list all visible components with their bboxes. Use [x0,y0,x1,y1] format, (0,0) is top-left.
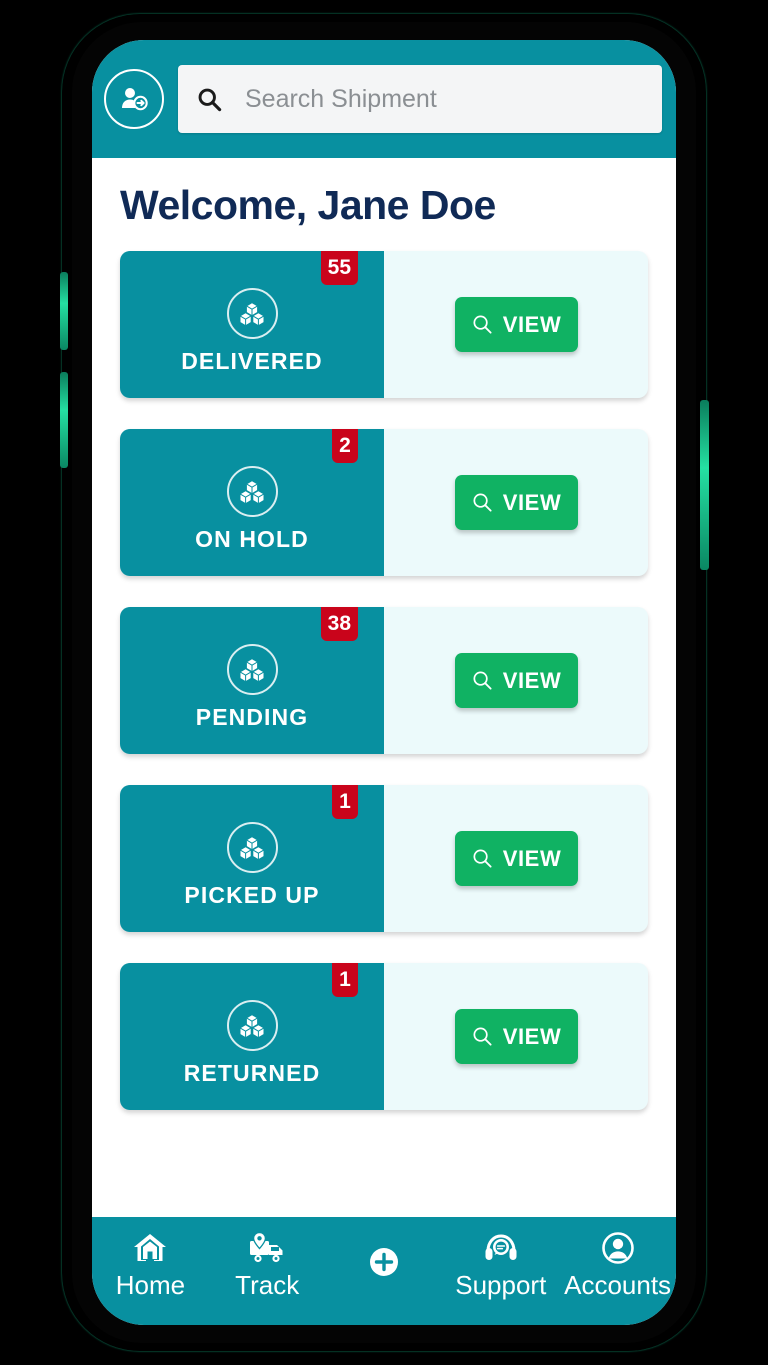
status-badge: 2 [332,429,358,463]
status-card-label: ON HOLD [195,526,309,552]
volume-up-button[interactable] [60,272,68,350]
nav-item-home[interactable]: Home [92,1229,209,1301]
search-icon [473,1027,492,1046]
search-placeholder-text: Search Shipment [245,84,437,113]
status-card-right-panel: VIEW [384,785,648,932]
boxes-icon [226,288,278,339]
status-badge: 1 [332,785,358,819]
view-button-label: VIEW [502,311,562,337]
boxes-glyph [240,302,264,325]
view-button-label: VIEW [502,845,562,871]
status-card-list: 55 DELIVERED VIEW 2 ON HOLD VIEW 38 PEND… [120,251,648,1110]
search-icon [473,849,492,868]
plus-circle-icon [366,1243,402,1281]
nav-item-label: Accounts [564,1270,672,1300]
status-card-returned[interactable]: 1 RETURNED VIEW [120,963,648,1110]
status-card-left-panel[interactable]: 2 ON HOLD [120,429,384,576]
boxes-glyph [240,1014,264,1037]
nav-item-support[interactable]: Support [442,1229,559,1301]
status-card-label: RETURNED [183,1060,321,1086]
nav-item-accounts[interactable]: Accounts [559,1229,676,1301]
user-logout-icon[interactable] [104,69,164,129]
volume-down-button[interactable] [60,372,68,468]
nav-item-label: Support [455,1270,547,1300]
view-button-label: VIEW [502,1023,562,1049]
nav-item-add[interactable] [326,1229,443,1281]
phone-screen: Search Shipment Welcome, Jane Doe 55 DEL… [92,40,676,1325]
search-icon [473,671,492,690]
status-card-delivered[interactable]: 55 DELIVERED VIEW [120,251,648,398]
headset-support-icon [482,1229,520,1267]
status-card-label: PENDING [195,704,309,730]
status-card-picked-up[interactable]: 1 PICKED UP VIEW [120,785,648,932]
status-card-right-panel: VIEW [384,251,648,398]
bottom-navigation: Home Track Support Accounts [92,1217,676,1325]
user-logout-glyph [122,88,148,111]
boxes-icon [226,822,278,873]
nav-item-label: Home [115,1270,186,1300]
power-button[interactable] [700,400,709,570]
view-button-returned[interactable]: VIEW [454,1009,578,1064]
boxes-icon [226,644,278,695]
app-header: Search Shipment [92,40,676,158]
status-card-left-panel[interactable]: 1 PICKED UP [120,785,384,932]
status-card-left-panel[interactable]: 55 DELIVERED [120,251,384,398]
boxes-icon [226,1000,278,1051]
view-button-picked-up[interactable]: VIEW [454,831,578,886]
view-button-pending[interactable]: VIEW [454,653,578,708]
nav-item-track[interactable]: Track [209,1229,326,1301]
search-icon [473,315,492,334]
delivery-truck-icon [247,1229,287,1267]
view-button-label: VIEW [502,667,562,693]
boxes-glyph [240,480,264,503]
page-title: Welcome, Jane Doe [120,182,496,228]
status-card-left-panel[interactable]: 1 RETURNED [120,963,384,1110]
screenshot-stage: Search Shipment Welcome, Jane Doe 55 DEL… [0,0,768,1365]
status-badge: 1 [332,963,358,997]
search-icon [198,88,222,111]
status-card-left-panel[interactable]: 38 PENDING [120,607,384,754]
status-card-on-hold[interactable]: 2 ON HOLD VIEW [120,429,648,576]
status-card-right-panel: VIEW [384,429,648,576]
status-card-right-panel: VIEW [384,607,648,754]
status-card-pending[interactable]: 38 PENDING VIEW [120,607,648,754]
view-button-delivered[interactable]: VIEW [454,297,578,352]
boxes-icon [226,466,278,517]
main-content: Welcome, Jane Doe 55 DELIVERED VIEW 2 ON… [92,158,676,1217]
search-icon [473,493,492,512]
boxes-glyph [240,836,264,859]
status-card-label: PICKED UP [184,882,320,908]
status-badge: 55 [320,251,358,285]
view-button-on-hold[interactable]: VIEW [454,475,578,530]
status-card-right-panel: VIEW [384,963,648,1110]
view-button-label: VIEW [502,489,562,515]
nav-item-label: Track [235,1270,300,1300]
search-input[interactable]: Search Shipment [178,65,662,133]
home-icon [131,1229,169,1267]
user-account-icon [600,1229,636,1267]
status-card-label: DELIVERED [181,348,323,374]
status-badge: 38 [320,607,358,641]
boxes-glyph [240,658,264,681]
